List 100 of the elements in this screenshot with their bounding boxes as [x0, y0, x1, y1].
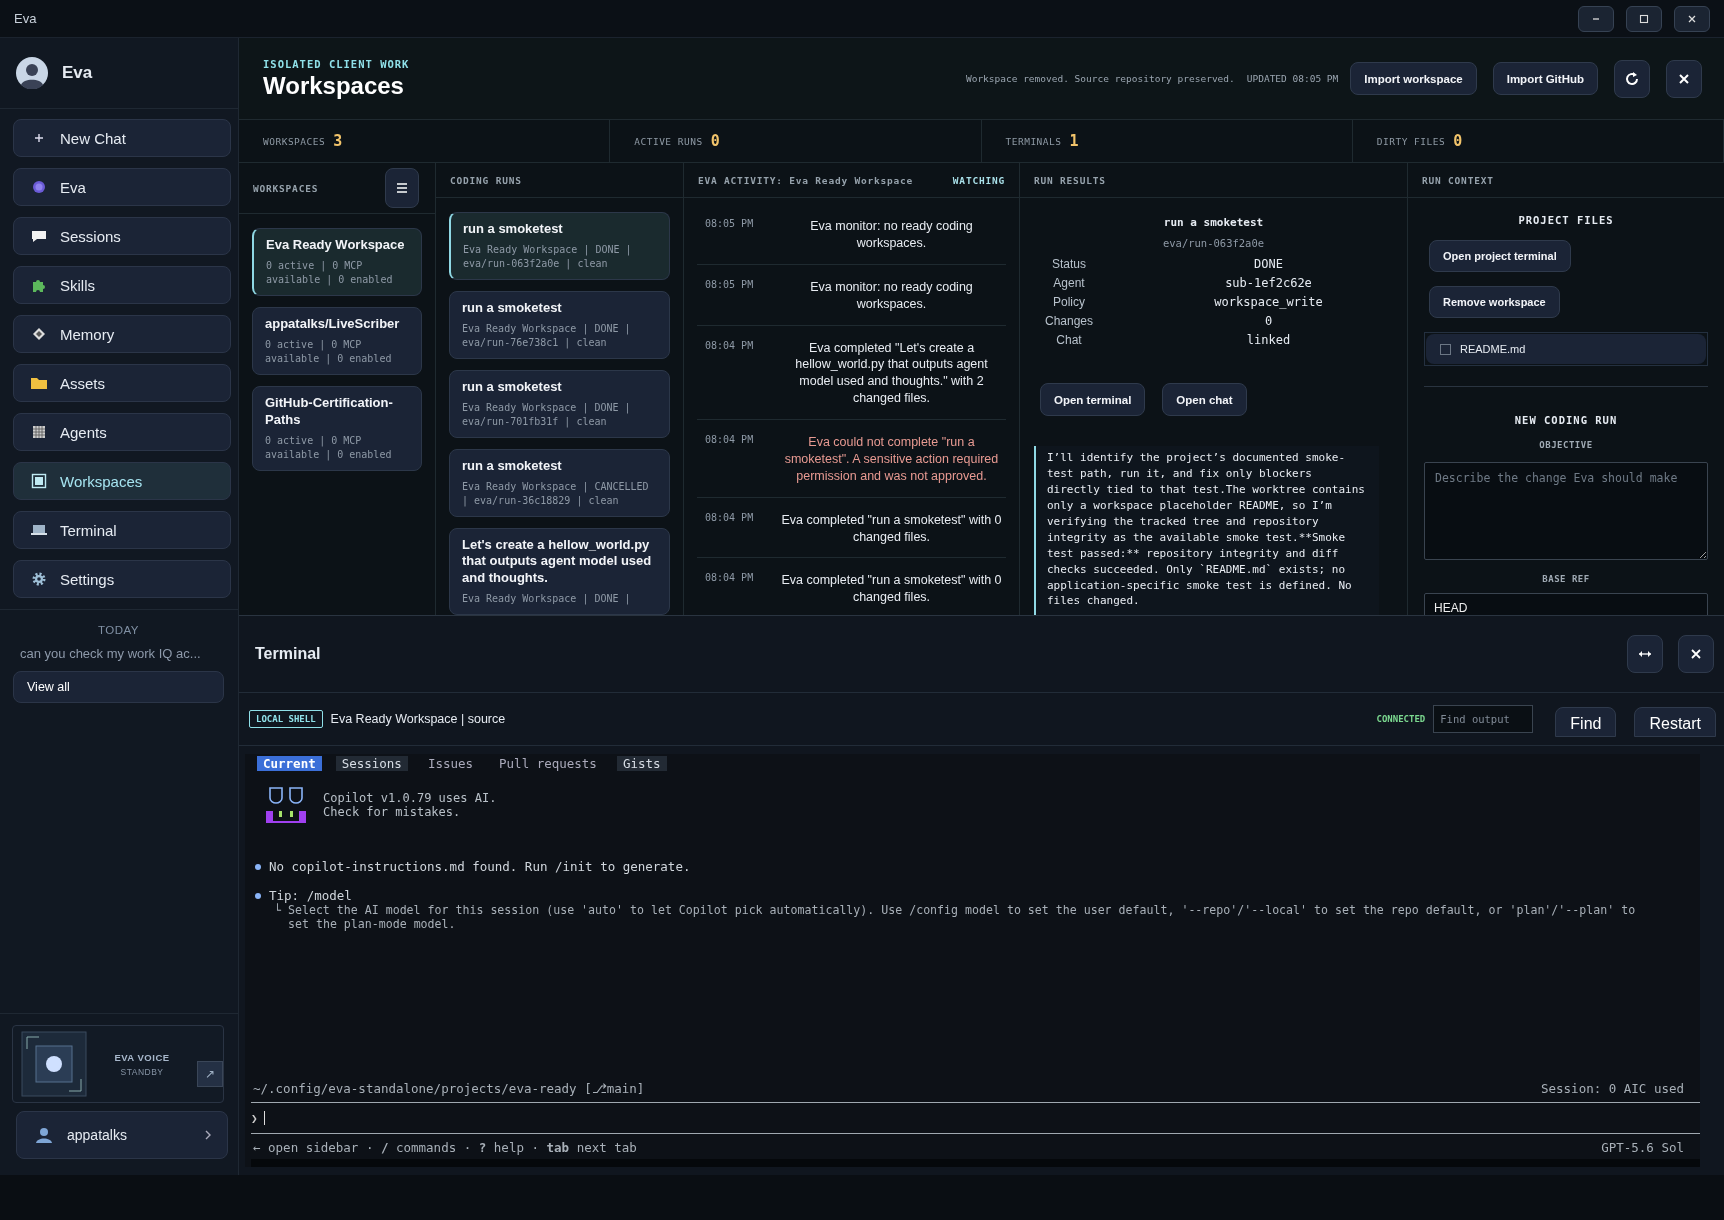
field-value: linked	[1245, 333, 1292, 347]
terminal-tab[interactable]: Gists	[616, 756, 667, 771]
field-value: 0	[1263, 314, 1274, 328]
run-card[interactable]: Let's create a hellow_world.py that outputs agent model used and thoughts. Eva Ready Workspace | DONE |	[449, 527, 670, 615]
folder-icon	[30, 375, 48, 391]
nav-item[interactable]: Memory	[13, 315, 231, 353]
workspace-name: Eva Ready Workspace	[266, 237, 406, 254]
stat-label: ACTIVE RUNS	[634, 135, 703, 147]
panel-heading: CODING RUNS	[450, 174, 522, 186]
run-card[interactable]: run a smoketest Eva Ready Workspace | CANCELLED | eva/run-36c18829 | clean	[449, 448, 670, 517]
panel-heading: EVA ACTIVITY: Eva Ready Workspace	[698, 174, 914, 186]
workspace-card[interactable]: Eva Ready Workspace 0 active | 0 MCP available | 0 enabled	[252, 228, 422, 296]
run-card[interactable]: run a smoketest Eva Ready Workspace | DONE | eva/run-063f2a0e | clean	[449, 212, 670, 280]
action-button[interactable]: Remove workspace	[1429, 286, 1560, 318]
stat-value: 0	[1453, 132, 1463, 150]
workspace-name: GitHub-Certification-Paths	[265, 394, 394, 429]
stat-value: 1	[1069, 132, 1079, 150]
import-button[interactable]: Import workspace	[1350, 62, 1477, 95]
import-button[interactable]: Import GitHub	[1492, 62, 1598, 95]
nav-item[interactable]: Agents	[13, 413, 231, 451]
nav-item[interactable]: New Chat	[13, 119, 231, 157]
expand-button[interactable]: ↗	[197, 1061, 223, 1087]
field-label: Chat	[1055, 333, 1083, 347]
chevron-icon	[203, 1129, 213, 1141]
action-button[interactable]: Open terminal	[1040, 383, 1146, 416]
run-meta: Eva Ready Workspace | DONE |	[462, 592, 632, 607]
run-meta: Eva Ready Workspace | DONE | eva/run-76e738c1 | clean	[462, 321, 632, 350]
nav-item[interactable]: Sessions	[13, 217, 231, 255]
activity-time: 08:04 PM	[705, 572, 755, 586]
resize-button[interactable]	[1627, 635, 1663, 673]
puzzle-icon	[31, 277, 47, 293]
run-title: Let's create a hellow_world.py that outputs agent model used and thoughts.	[462, 536, 653, 588]
run-card[interactable]: run a smoketest Eva Ready Workspace | DONE | eva/run-76e738c1 | clean	[449, 290, 670, 359]
find-field[interactable]: Find output	[1433, 705, 1534, 733]
nav-item[interactable]: Skills	[13, 266, 231, 304]
panel-heading: RUN RESULTS	[1034, 174, 1106, 186]
app-name: Eva	[62, 63, 93, 83]
nav-item[interactable]: Eva	[13, 168, 231, 206]
model-name: GPT-5.6 Sol	[1601, 1140, 1684, 1155]
activity-text: Eva could not complete "run a smoketest". A sensitive action required permission and was not approved.	[783, 434, 1000, 485]
updated-time: UPDATED 08:05 PM	[1246, 73, 1339, 84]
view-all-button[interactable]: View all	[13, 671, 224, 703]
action-button[interactable]: Open project terminal	[1429, 240, 1571, 272]
field-label: Changes	[1043, 314, 1094, 328]
person-icon	[35, 1126, 53, 1144]
terminal-tab[interactable]: Pull requests	[493, 756, 603, 771]
close-icon	[1690, 648, 1702, 660]
menu-button[interactable]	[385, 168, 419, 208]
nav-item[interactable]: Settings	[13, 560, 231, 598]
user-button[interactable]: appatalks	[16, 1111, 228, 1159]
stat-value: 3	[333, 132, 343, 150]
close-button[interactable]	[1666, 59, 1702, 98]
page-title: Workspaces	[263, 71, 405, 100]
branch-name: eva/run-063f2a0e	[1162, 237, 1265, 249]
terminal-button[interactable]: Restart	[1634, 707, 1716, 737]
terminal-tab[interactable]: Sessions	[335, 756, 408, 771]
laptop-icon	[30, 522, 48, 538]
nav-item[interactable]: Workspaces	[13, 462, 231, 500]
activity-time: 08:04 PM	[705, 511, 755, 525]
activity-text: Eva monitor: no ready coding workspaces.	[809, 218, 974, 252]
copilot-logo-icon	[263, 785, 309, 825]
maximize-icon	[1639, 13, 1649, 24]
section-heading: PROJECT FILES	[1518, 214, 1614, 226]
voice-status: STANDBY	[120, 1066, 164, 1077]
bullet-icon	[254, 891, 262, 900]
activity-time: 08:05 PM	[705, 218, 755, 231]
terminal-title: Terminal	[255, 645, 321, 663]
terminal-tab[interactable]: Current	[257, 756, 322, 771]
bullet-icon	[254, 862, 262, 871]
terminal-button[interactable]: Find	[1555, 707, 1617, 737]
panel-heading: WORKSPACES	[253, 182, 319, 194]
close-icon	[1687, 13, 1697, 24]
activity-text: Eva completed "run a smoketest" with 0 changed files.	[780, 511, 1003, 546]
shell-badge: LOCAL SHELL	[249, 710, 323, 728]
run-meta: Eva Ready Workspace | DONE | eva/run-701fb31f | clean	[462, 400, 632, 429]
file-row[interactable]: README.md	[1426, 334, 1706, 364]
workspace-card[interactable]: GitHub-Certification-Paths 0 active | 0 MCP available | 0 enabled	[252, 385, 422, 471]
nav-item[interactable]: Terminal	[13, 511, 231, 549]
base-ref-field[interactable]: HEAD	[1424, 593, 1708, 615]
recent-chat[interactable]: can you check my work IQ ac...	[13, 646, 224, 661]
section-heading: TODAY	[96, 624, 141, 636]
settings-icon	[31, 571, 47, 587]
panel-heading: RUN CONTEXT	[1422, 174, 1494, 186]
nav-item[interactable]: Assets	[13, 364, 231, 402]
refresh-button[interactable]	[1614, 59, 1650, 98]
action-button[interactable]: Open chat	[1162, 383, 1247, 416]
run-title: run a smoketest	[462, 378, 563, 396]
workspace-card[interactable]: appatalks/LiveScriber 0 active | 0 MCP available | 0 enabled	[252, 306, 422, 375]
close-button[interactable]	[1678, 635, 1714, 673]
terminal-tab[interactable]: Issues	[421, 756, 480, 771]
objective-field[interactable]: Describe the change Eva should make	[1424, 462, 1708, 560]
chat-icon	[30, 228, 48, 244]
checkbox[interactable]	[1440, 343, 1451, 355]
field-value: DONE	[1253, 257, 1284, 271]
stat-value: 0	[710, 132, 720, 150]
run-card[interactable]: run a smoketest Eva Ready Workspace | DONE | eva/run-701fb31f | clean	[449, 369, 670, 438]
maximize-button[interactable]	[1626, 5, 1662, 32]
run-meta: Eva Ready Workspace | CANCELLED | eva/run-36c18829 | clean	[462, 479, 650, 508]
workspace-meta: 0 active | 0 MCP available | 0 enabled	[265, 433, 393, 462]
banner-text: Check for mistakes.	[323, 805, 462, 819]
